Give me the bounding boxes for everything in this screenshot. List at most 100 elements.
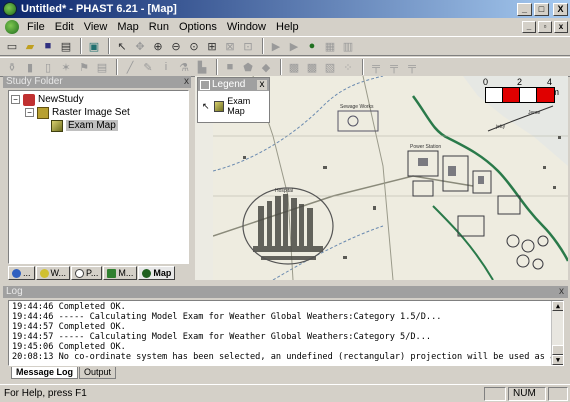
- document-globe-icon[interactable]: [5, 20, 19, 34]
- study-tab-icon: [12, 268, 21, 278]
- print-icon[interactable]: ▤: [58, 38, 74, 54]
- tab-label: P...: [86, 268, 99, 278]
- log-text-area[interactable]: 19:44:46 Completed OK. 19:44:46 ----- Ca…: [8, 300, 564, 366]
- zoom-box-icon[interactable]: ⊙: [186, 38, 202, 54]
- info-icon[interactable]: i: [158, 59, 174, 75]
- scale-label-2: 2: [517, 77, 523, 87]
- log-title: Log: [6, 286, 23, 297]
- menu-edit[interactable]: Edit: [50, 21, 79, 33]
- menu-options[interactable]: Options: [174, 21, 222, 33]
- building-icon[interactable]: ▙: [194, 59, 210, 75]
- properties-icon[interactable]: ▣: [86, 38, 102, 54]
- menu-map[interactable]: Map: [112, 21, 143, 33]
- toolbar-separator: [362, 59, 364, 75]
- valve1-icon[interactable]: ╤: [368, 59, 384, 75]
- zoom-next-icon[interactable]: ⊡: [240, 38, 256, 54]
- app-globe-icon[interactable]: [3, 2, 17, 16]
- valve2-icon[interactable]: ╤: [386, 59, 402, 75]
- explosion-icon[interactable]: ✶: [58, 59, 74, 75]
- legend-item[interactable]: ↖ Exam Map: [198, 91, 269, 116]
- scatter-icon[interactable]: ⁘: [340, 59, 356, 75]
- tab-output[interactable]: Output: [79, 367, 117, 379]
- run-icon[interactable]: ▶: [268, 38, 284, 54]
- line-icon[interactable]: ╱: [122, 59, 138, 75]
- population-icon[interactable]: ■: [222, 59, 238, 75]
- scale-segment: [520, 88, 537, 102]
- log-line: 19:44:46 ----- Calculating Model Exam fo…: [12, 312, 442, 322]
- tab-parameters[interactable]: P...: [71, 266, 103, 280]
- study-folder-close-button[interactable]: x: [184, 76, 189, 88]
- legend-close-button[interactable]: x: [257, 79, 267, 90]
- tab-materials[interactable]: M...: [103, 266, 138, 280]
- log-scrollbar[interactable]: ▲ ▼: [551, 301, 563, 365]
- report2-icon[interactable]: ▥: [340, 38, 356, 54]
- flask-icon[interactable]: ⚗: [176, 59, 192, 75]
- chart3-icon[interactable]: ▧: [322, 59, 338, 75]
- save-icon[interactable]: ■: [40, 38, 56, 54]
- scale-labels: 0 2 4 km: [483, 77, 565, 97]
- mdi-minimize-button[interactable]: _: [522, 21, 536, 33]
- tank-icon[interactable]: ▮: [22, 59, 38, 75]
- gas-icon[interactable]: ⚱: [4, 59, 20, 75]
- table-icon[interactable]: ▤: [94, 59, 110, 75]
- pipe-icon[interactable]: ⚑: [76, 59, 92, 75]
- chart2-icon[interactable]: ▩: [304, 59, 320, 75]
- zoom-in-icon[interactable]: ⊕: [150, 38, 166, 54]
- close-button[interactable]: X: [553, 2, 568, 16]
- status-cell: [548, 386, 568, 401]
- chart1-icon[interactable]: ▩: [286, 59, 302, 75]
- log-panel: Log x 19:44:46 Completed OK. 19:44:46 --…: [3, 286, 568, 380]
- area-icon[interactable]: ⬟: [240, 59, 256, 75]
- scroll-thumb[interactable]: [552, 345, 563, 355]
- legend-item-label: Exam Map: [227, 96, 251, 116]
- map-label-hospital: Hospital: [275, 188, 293, 194]
- tab-map[interactable]: Map: [138, 266, 176, 280]
- globe-icon[interactable]: ●: [304, 38, 320, 54]
- tab-study[interactable]: ...: [8, 266, 35, 280]
- log-close-button[interactable]: x: [559, 286, 564, 298]
- toolbar-separator: [216, 59, 218, 75]
- zoom-out-icon[interactable]: ⊖: [168, 38, 184, 54]
- menu-window[interactable]: Window: [222, 21, 271, 33]
- select-arrow-icon[interactable]: ↖: [114, 38, 130, 54]
- edit-line-icon[interactable]: ✎: [140, 59, 156, 75]
- raster-set-icon: [37, 106, 49, 119]
- menu-view[interactable]: View: [79, 21, 113, 33]
- menu-run[interactable]: Run: [144, 21, 174, 33]
- tab-weather[interactable]: W...: [35, 266, 71, 280]
- tree-item-label: Exam Map: [66, 120, 118, 131]
- scale-segment: [486, 88, 503, 102]
- valve3-icon[interactable]: ╤: [404, 59, 420, 75]
- collapse-toggle[interactable]: −: [11, 95, 20, 104]
- minimize-button[interactable]: _: [517, 2, 532, 16]
- tree-item-newstudy[interactable]: − NewStudy: [11, 93, 186, 106]
- zoom-prev-icon[interactable]: ⊠: [222, 38, 238, 54]
- menu-help[interactable]: Help: [271, 21, 304, 33]
- menu-file[interactable]: File: [22, 21, 50, 33]
- pointer-arrow-icon: ↖: [202, 100, 210, 111]
- toolbar-separator: [262, 38, 264, 54]
- tab-label: M...: [118, 268, 134, 278]
- maximize-button[interactable]: □: [534, 2, 549, 16]
- log-line: 19:44:46 Completed OK.: [12, 302, 126, 312]
- run-all-icon[interactable]: ▶: [286, 38, 302, 54]
- mdi-close-button[interactable]: x: [554, 21, 568, 33]
- zoom-extent-icon[interactable]: ⊞: [204, 38, 220, 54]
- vessel-icon[interactable]: ▯: [40, 59, 56, 75]
- tree-item-raster-image-set[interactable]: − Raster Image Set: [11, 106, 186, 119]
- legend-window[interactable]: Legend x ↖ Exam Map: [197, 77, 270, 123]
- scroll-up-button[interactable]: ▲: [552, 301, 563, 311]
- tree-item-exam-map[interactable]: Exam Map: [11, 119, 186, 132]
- report-icon[interactable]: ▦: [322, 38, 338, 54]
- mdi-restore-button[interactable]: ▫: [538, 21, 552, 33]
- map-label-sewage-works: Sewage Works: [340, 104, 374, 110]
- open-icon[interactable]: ▰: [22, 38, 38, 54]
- tab-message-log[interactable]: Message Log: [11, 367, 79, 379]
- scroll-down-button[interactable]: ▼: [552, 355, 563, 365]
- collapse-toggle[interactable]: −: [25, 108, 34, 117]
- pan-icon[interactable]: ✥: [132, 38, 148, 54]
- title-bar: Untitled* - PHAST 6.21 - [Map] _ □ X: [0, 0, 570, 18]
- polygon-icon[interactable]: ◆: [258, 59, 274, 75]
- new-icon[interactable]: ▭: [4, 38, 20, 54]
- study-folder-title: Study Folder: [6, 76, 63, 87]
